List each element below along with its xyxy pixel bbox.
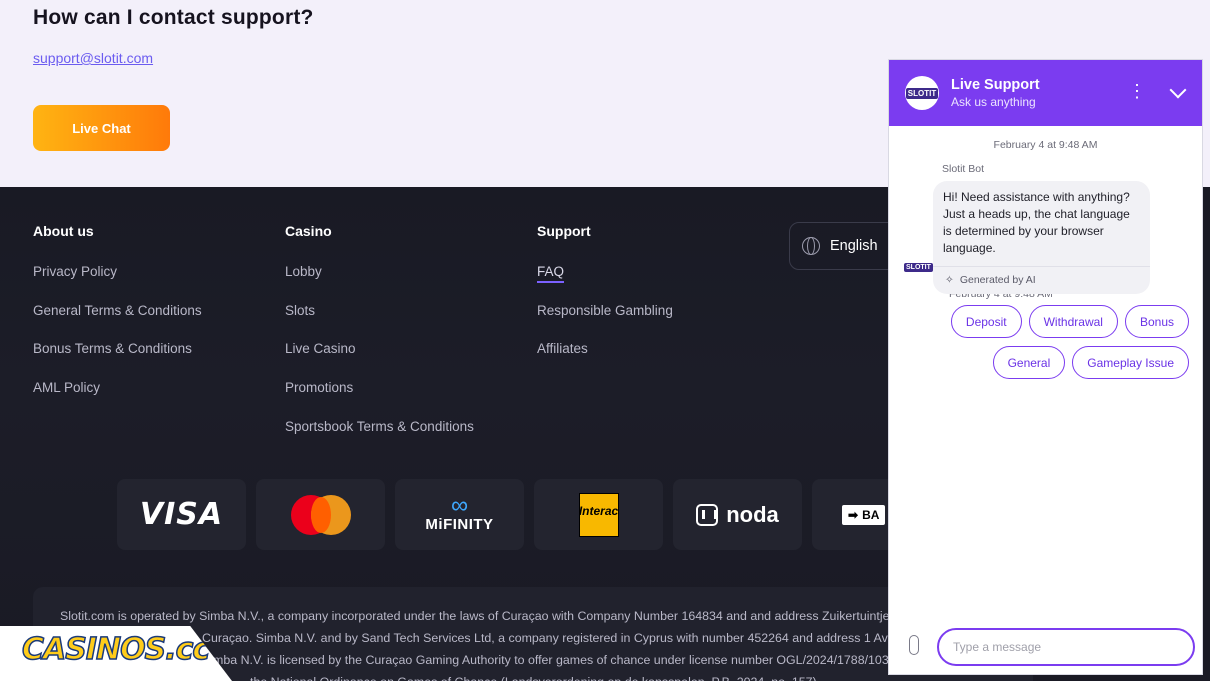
payment-bank: ➡ BA: [812, 479, 888, 550]
interac-logo: Interac: [578, 492, 619, 537]
footer-link-slots[interactable]: Slots: [285, 303, 474, 342]
more-options-icon[interactable]: ⋮: [1128, 82, 1146, 100]
live-chat-button[interactable]: Live Chat: [33, 105, 170, 151]
message-input[interactable]: [937, 628, 1195, 666]
chat-title: Live Support: [951, 77, 1040, 93]
quick-replies: General Gameplay Issue: [889, 346, 1202, 379]
casinos-logo-text: CASINOS.cc: [21, 631, 211, 668]
footer-column-title: Support: [537, 223, 591, 239]
footer-column-support: Support FAQ Responsible Gambling Affilia…: [537, 223, 673, 380]
footer-link-sportsbook-terms[interactable]: Sportsbook Terms & Conditions: [285, 419, 474, 458]
chat-timestamp: February 4 at 9:48 AM: [993, 139, 1098, 151]
quick-reply-gameplay-issue[interactable]: Gameplay Issue: [1072, 346, 1189, 379]
bank-logo: ➡ BA: [842, 504, 886, 525]
footer-link-general-terms[interactable]: General Terms & Conditions: [33, 303, 202, 342]
infinity-icon: ∞: [450, 492, 469, 519]
footer-link-aml-policy[interactable]: AML Policy: [33, 380, 202, 419]
quick-replies: Deposit Withdrawal Bonus: [889, 305, 1202, 338]
contact-heading: How can I contact support?: [33, 6, 314, 29]
quick-reply-general[interactable]: General: [992, 346, 1066, 379]
language-selector[interactable]: English: [789, 222, 899, 270]
mastercard-logo: [289, 494, 353, 535]
sparkle-icon: ✧: [945, 274, 954, 286]
footer-link-live-casino[interactable]: Live Casino: [285, 341, 474, 380]
quick-reply-deposit[interactable]: Deposit: [950, 305, 1022, 338]
footer-column-title: Casino: [285, 223, 332, 239]
bot-name: Slotit Bot: [942, 163, 985, 175]
footer-link-affiliates[interactable]: Affiliates: [537, 341, 673, 380]
chat-composer: [889, 626, 1202, 666]
quick-reply-bonus[interactable]: Bonus: [1124, 305, 1189, 338]
footer-link-lobby[interactable]: Lobby: [285, 264, 474, 303]
bot-message-row: SLOTIT Hi! Need assistance with anything…: [889, 181, 1202, 294]
bot-message-text: Hi! Need assistance with anything? Just …: [943, 190, 1130, 255]
bot-avatar-icon: SLOTIT: [904, 263, 933, 272]
chat-subtitle: Ask us anything: [951, 95, 1036, 109]
quick-reply-withdrawal[interactable]: Withdrawal: [1028, 305, 1118, 338]
chevron-down-icon[interactable]: [1169, 81, 1187, 99]
payment-mastercard: [256, 479, 385, 550]
footer-column-casino: Casino Lobby Slots Live Casino Promotion…: [285, 223, 474, 457]
payment-interac: Interac: [534, 479, 663, 550]
slotit-logo-icon: SLOTIT: [905, 87, 939, 99]
visa-logo: VISA: [139, 497, 224, 532]
chat-header: SLOTIT Live Support Ask us anything ⋮: [889, 60, 1202, 126]
payment-noda: noda: [673, 479, 802, 550]
language-label: English: [830, 238, 878, 254]
payment-visa: VISA: [117, 479, 246, 550]
mifinity-logo: ∞ MiFINITY: [425, 492, 494, 534]
footer-link-responsible-gambling[interactable]: Responsible Gambling: [537, 303, 673, 342]
footer-link-promotions[interactable]: Promotions: [285, 380, 474, 419]
noda-icon: [696, 503, 719, 526]
support-email-link[interactable]: support@slotit.com: [33, 50, 153, 66]
attachment-icon[interactable]: [909, 635, 919, 655]
noda-logo: noda: [696, 502, 779, 528]
live-support-chat-widget: SLOTIT Live Support Ask us anything ⋮ Fe…: [888, 59, 1203, 675]
globe-icon: [802, 237, 820, 255]
footer-column-title: About us: [33, 223, 94, 239]
footer-column-about: About us Privacy Policy General Terms & …: [33, 223, 202, 419]
legal-line: Slotit.com is operated by Simba N.V., a …: [60, 609, 890, 623]
chat-avatar: SLOTIT: [905, 76, 939, 110]
ai-generated-note: ✧ Generated by AI: [933, 266, 1150, 294]
footer-link-bonus-terms[interactable]: Bonus Terms & Conditions: [33, 341, 202, 380]
bot-message-bubble: Hi! Need assistance with anything? Just …: [933, 181, 1150, 294]
footer-link-faq[interactable]: FAQ: [537, 264, 673, 303]
footer-link-privacy-policy[interactable]: Privacy Policy: [33, 264, 202, 303]
bank-icon: ➡: [848, 507, 859, 522]
payment-mifinity: ∞ MiFINITY: [395, 479, 524, 550]
